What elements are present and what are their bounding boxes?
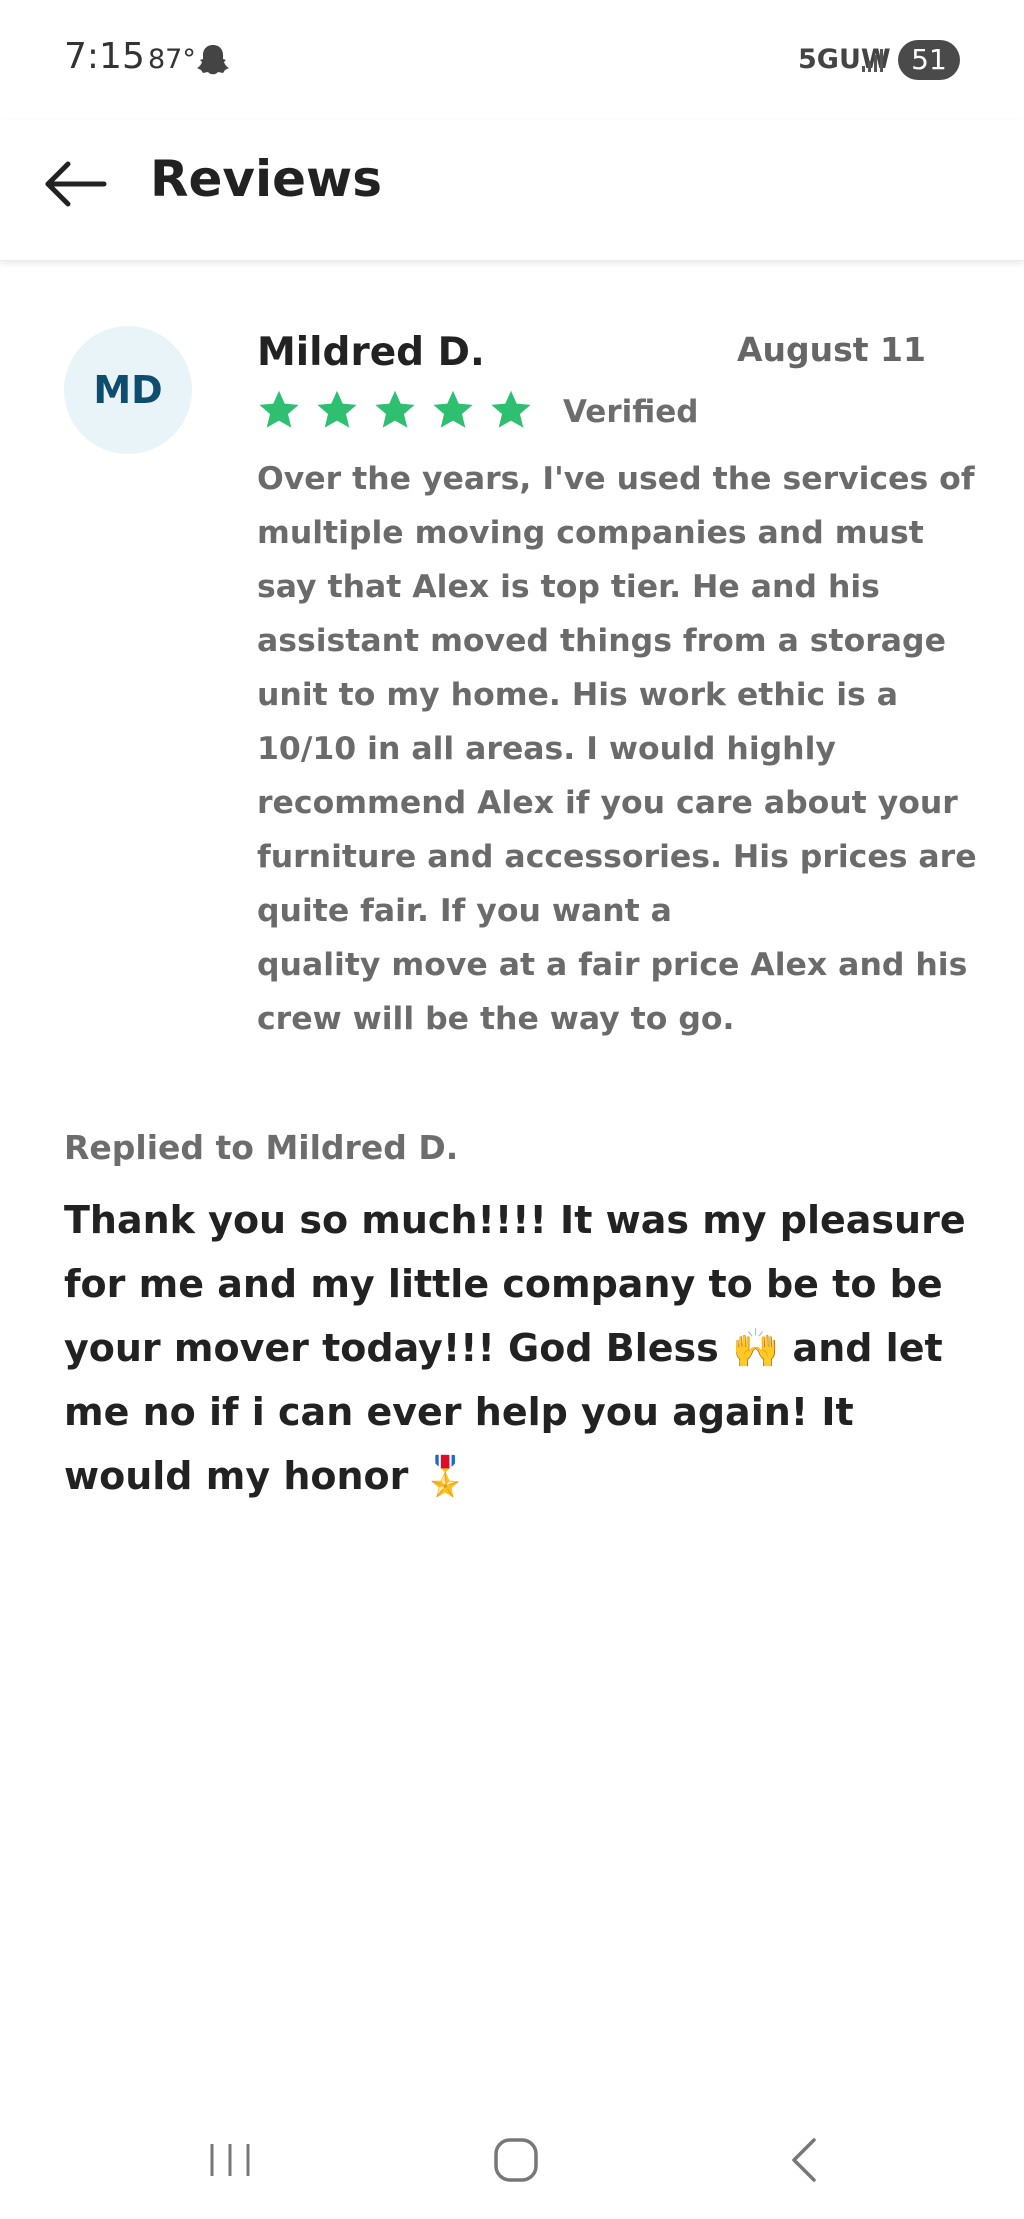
review-text: Over the years, I've used the services o… bbox=[257, 461, 977, 1037]
snapchat-ghost-icon bbox=[197, 45, 229, 75]
avatar: MD bbox=[64, 326, 192, 454]
reply-text: Thank you so much!!!! It was my pleasure… bbox=[64, 1198, 966, 1498]
status-time: 7:15 bbox=[64, 36, 145, 77]
star-icon bbox=[259, 390, 299, 428]
home-button[interactable] bbox=[486, 2130, 546, 2190]
signal-bars-icon bbox=[862, 49, 883, 72]
status-bar: 7:15 87° 5GUW 51 bbox=[0, 0, 1024, 120]
status-temperature: 87° bbox=[148, 44, 196, 75]
home-icon bbox=[494, 2138, 538, 2182]
recent-apps-icon bbox=[210, 2144, 250, 2176]
star-icon bbox=[375, 390, 415, 428]
verified-badge: Verified bbox=[563, 394, 699, 430]
star-icon bbox=[491, 390, 531, 428]
reply-label: Replied to Mildred D. bbox=[64, 1128, 459, 1167]
system-back-button[interactable] bbox=[776, 2130, 836, 2190]
arrow-left-icon bbox=[45, 161, 107, 207]
star-icon bbox=[317, 390, 357, 428]
battery-indicator: 51 bbox=[898, 40, 960, 80]
star-icon bbox=[433, 390, 473, 428]
back-chevron-icon bbox=[792, 2138, 816, 2182]
system-nav-bar bbox=[0, 2110, 1024, 2200]
review-date: August 11 bbox=[737, 330, 926, 369]
star-rating bbox=[257, 388, 533, 434]
reviewer-name: Mildred D. bbox=[257, 330, 485, 375]
back-button[interactable] bbox=[40, 148, 112, 220]
app-header: Reviews bbox=[0, 120, 1024, 261]
recent-apps-button[interactable] bbox=[200, 2130, 260, 2190]
page-title: Reviews bbox=[150, 150, 383, 208]
